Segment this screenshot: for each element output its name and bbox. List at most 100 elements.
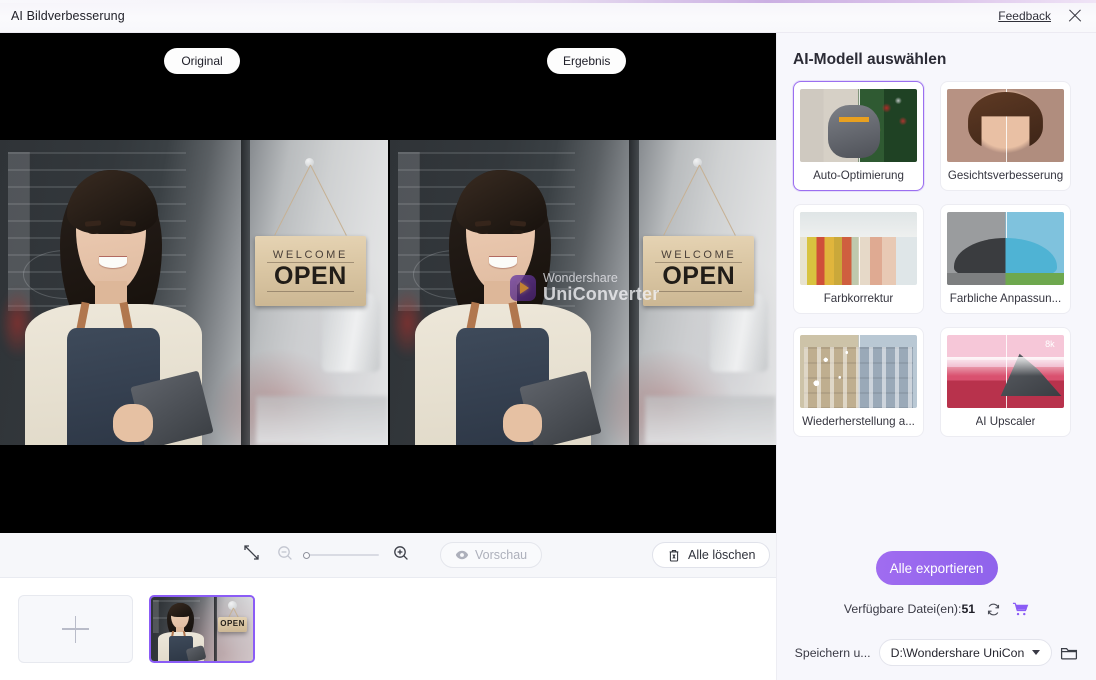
save-to-label: Speichern u...	[794, 645, 871, 660]
add-file-button[interactable]	[18, 595, 133, 663]
title-bar-accent	[0, 0, 1096, 3]
model-thumbnail-portrait-woman	[947, 89, 1064, 162]
thumbnail-photo: OPEN	[151, 597, 253, 661]
page-title: AI Bildverbesserung	[11, 9, 125, 23]
close-icon[interactable]	[1067, 8, 1083, 24]
refresh-icon[interactable]	[986, 602, 1001, 617]
thumb-sign: OPEN	[217, 600, 248, 634]
sign-welcome-text-result: WELCOME	[661, 248, 737, 261]
available-files-text: Verfügbare Datei(en):51	[844, 602, 975, 616]
available-files-row: Verfügbare Datei(en):51	[844, 601, 1029, 617]
model-card-farbkorrektur[interactable]: Farbkorrektur	[793, 204, 924, 314]
damage-specks	[800, 335, 917, 408]
clear-all-button[interactable]: Alle löschen	[652, 542, 771, 568]
sign-rule-2-result	[655, 290, 743, 292]
hair-front	[66, 169, 158, 235]
model-card-gesichtsverbesserung[interactable]: Gesichtsverbesserung	[940, 81, 1071, 191]
thumbnail-image: OPEN	[151, 597, 253, 661]
hands-result	[502, 404, 543, 443]
person-figure	[16, 152, 249, 445]
model-thumbnail-vintage-car	[947, 212, 1064, 285]
sign-board: WELCOME OPEN	[254, 236, 367, 306]
thumb-sign-open-text: OPEN	[220, 619, 245, 629]
preview-toolbar: Vorschau Alle löschen	[0, 533, 776, 578]
panel-title: AI-Modell auswählen	[793, 51, 947, 68]
model-thumbnail-cat-christmas	[800, 89, 917, 162]
preview-button-label: Vorschau	[475, 548, 528, 562]
sign-string-right-result	[698, 164, 737, 237]
model-card-auto-optimierung[interactable]: Auto-Optimierung	[793, 81, 924, 191]
list-item[interactable]: OPEN	[149, 595, 255, 663]
cat-eyes	[838, 116, 870, 122]
thumb-sign-board: OPEN	[217, 617, 248, 632]
zoom-in-icon[interactable]	[393, 545, 409, 566]
cart-icon[interactable]	[1012, 601, 1029, 617]
model-label: Gesichtsverbesserung	[947, 169, 1064, 182]
sign-open-text-result: OPEN	[662, 262, 736, 291]
sign-string-left	[274, 164, 312, 237]
save-path-value: D:\Wondershare UniCon	[890, 645, 1025, 660]
left-column: Original Ergebnis WELCOME OPEN WELCOME O…	[0, 33, 776, 680]
save-path-dropdown[interactable]: D:\Wondershare UniCon	[878, 639, 1053, 666]
filmstrip: OPEN	[0, 578, 776, 680]
watermark-brand: Wondershare	[543, 271, 618, 285]
sign-string-right	[310, 164, 348, 237]
smile	[99, 256, 128, 268]
original-pane[interactable]: WELCOME OPEN	[0, 140, 388, 445]
sign-welcome-text: WELCOME	[272, 248, 348, 261]
counter-blur	[256, 396, 388, 445]
model-card-ai-upscaler[interactable]: 8k AI Upscaler	[940, 327, 1071, 437]
model-label: AI Upscaler	[975, 415, 1036, 428]
grass-strip	[947, 273, 1064, 285]
hands	[113, 404, 153, 443]
compare-divider	[858, 212, 860, 285]
folder-icon[interactable]	[1060, 645, 1078, 661]
watermark-text: Wondershare UniConverter	[543, 272, 659, 303]
model-card-farbliche-anpassung[interactable]: Farbliche Anpassun...	[940, 204, 1071, 314]
counter-blur-result	[644, 396, 776, 445]
smile-result	[488, 256, 517, 268]
thumb-hair-front	[168, 603, 193, 617]
app-window: AI Bildverbesserung Feedback Original Er…	[0, 0, 1096, 680]
ai-model-panel: AI-Modell auswählen Auto-Optimierung Ges…	[776, 33, 1096, 680]
main-body: Original Ergebnis WELCOME OPEN WELCOME O…	[0, 33, 1096, 680]
preview-button[interactable]: Vorschau	[440, 542, 543, 568]
watermark: Wondershare UniConverter	[510, 272, 659, 303]
available-files-count: 51	[961, 602, 976, 616]
clear-all-label: Alle löschen	[688, 548, 756, 562]
result-badge[interactable]: Ergebnis	[547, 48, 627, 74]
zoom-out-icon[interactable]	[277, 545, 293, 566]
available-files-label: Verfügbare Datei(en):	[843, 602, 962, 616]
original-badge[interactable]: Original	[164, 48, 240, 74]
compare-view: WELCOME OPEN WELCOME OPEN Wondershare Un…	[0, 140, 776, 445]
title-bar: AI Bildverbesserung Feedback	[0, 0, 1096, 33]
zoom-slider-knob[interactable]	[303, 551, 310, 559]
wondershare-logo-icon	[510, 274, 536, 301]
eye-icon	[455, 550, 469, 560]
resolution-badge: 8k	[1045, 339, 1055, 350]
title-bar-actions: Feedback	[998, 8, 1096, 24]
model-label: Auto-Optimierung	[813, 169, 904, 182]
model-card-wiederherstellung[interactable]: Wiederherstellung a...	[793, 327, 924, 437]
compare-badges: Original Ergebnis	[0, 48, 776, 74]
model-label: Wiederherstellung a...	[802, 415, 915, 428]
chevron-down-icon	[1032, 650, 1041, 655]
model-thumbnail-mountain-lake: 8k	[947, 335, 1064, 408]
export-area: Alle exportieren Verfügbare Datei(en):51	[777, 551, 1096, 680]
watermark-product: UniConverter	[543, 283, 660, 304]
fit-to-screen-icon[interactable]	[243, 544, 260, 566]
save-location-row: Speichern u... D:\Wondershare UniCon	[793, 639, 1080, 666]
compare-divider	[858, 89, 860, 162]
welcome-sign: WELCOME OPEN	[252, 158, 368, 317]
model-thumbnail-colorful-houses	[800, 212, 917, 285]
snow-band	[947, 356, 1064, 376]
trash-icon	[669, 549, 679, 562]
zoom-slider[interactable]	[303, 548, 379, 562]
sign-open-text: OPEN	[273, 262, 347, 291]
model-thumbnail-old-buildings	[800, 335, 917, 408]
sign-string-left-result	[662, 164, 701, 237]
hair-front-result	[456, 169, 547, 235]
export-all-button[interactable]: Alle exportieren	[875, 551, 998, 585]
feedback-link[interactable]: Feedback	[998, 9, 1051, 23]
result-pane[interactable]: WELCOME OPEN Wondershare UniConverter	[388, 140, 776, 445]
